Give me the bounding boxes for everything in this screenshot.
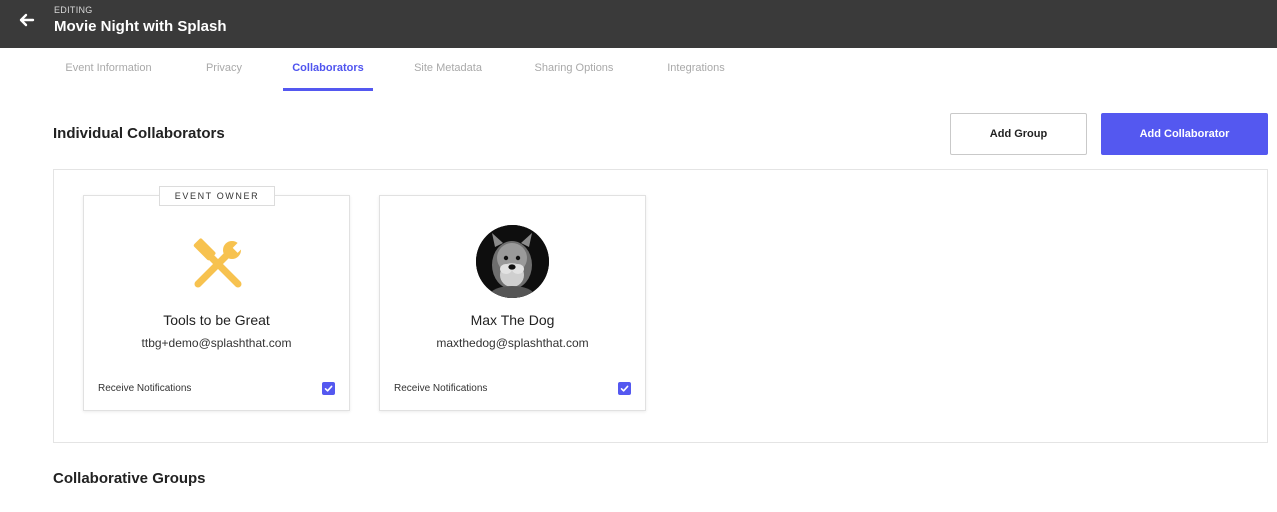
receive-notifications-checkbox[interactable] bbox=[618, 382, 631, 395]
receive-notifications-checkbox[interactable] bbox=[322, 382, 335, 395]
collaborator-card: EVENT OWNER Tools to be Great ttbg+demo@… bbox=[83, 186, 350, 411]
tab-collaborators[interactable]: Collaborators bbox=[283, 48, 373, 91]
page-title: Movie Night with Splash bbox=[54, 18, 227, 35]
tab-event-information[interactable]: Event Information bbox=[52, 48, 165, 91]
back-button[interactable] bbox=[14, 10, 40, 30]
checkmark-icon bbox=[324, 385, 333, 392]
collaborator-name: Max The Dog bbox=[470, 312, 555, 328]
add-collaborator-button[interactable]: Add Collaborator bbox=[1101, 113, 1268, 155]
collaborator-email: ttbg+demo@splashthat.com bbox=[141, 336, 292, 350]
receive-notifications-label: Receive Notifications bbox=[98, 383, 192, 394]
collaborator-email: maxthedog@splashthat.com bbox=[436, 336, 589, 350]
collaborator-card: Max The Dog maxthedog@splashthat.com Rec… bbox=[379, 195, 646, 411]
editing-label: EDITING bbox=[54, 5, 93, 15]
dog-avatar bbox=[476, 225, 549, 298]
tab-bar: Event Information Privacy Collaborators … bbox=[0, 48, 1277, 92]
checkmark-icon bbox=[620, 385, 629, 392]
top-bar: EDITING Movie Night with Splash bbox=[0, 0, 1277, 48]
collaborative-groups-heading: Collaborative Groups bbox=[53, 470, 206, 487]
event-owner-badge: EVENT OWNER bbox=[159, 186, 275, 206]
collaborator-name: Tools to be Great bbox=[163, 312, 270, 328]
tab-sharing-options[interactable]: Sharing Options bbox=[522, 48, 626, 91]
tools-icon bbox=[188, 234, 248, 294]
tab-privacy[interactable]: Privacy bbox=[193, 48, 255, 91]
tab-site-metadata[interactable]: Site Metadata bbox=[402, 48, 494, 91]
tab-integrations[interactable]: Integrations bbox=[654, 48, 738, 91]
receive-notifications-label: Receive Notifications bbox=[394, 383, 488, 394]
add-group-button[interactable]: Add Group bbox=[950, 113, 1087, 155]
arrow-left-icon bbox=[19, 13, 35, 27]
individual-collaborators-heading: Individual Collaborators bbox=[53, 125, 225, 142]
